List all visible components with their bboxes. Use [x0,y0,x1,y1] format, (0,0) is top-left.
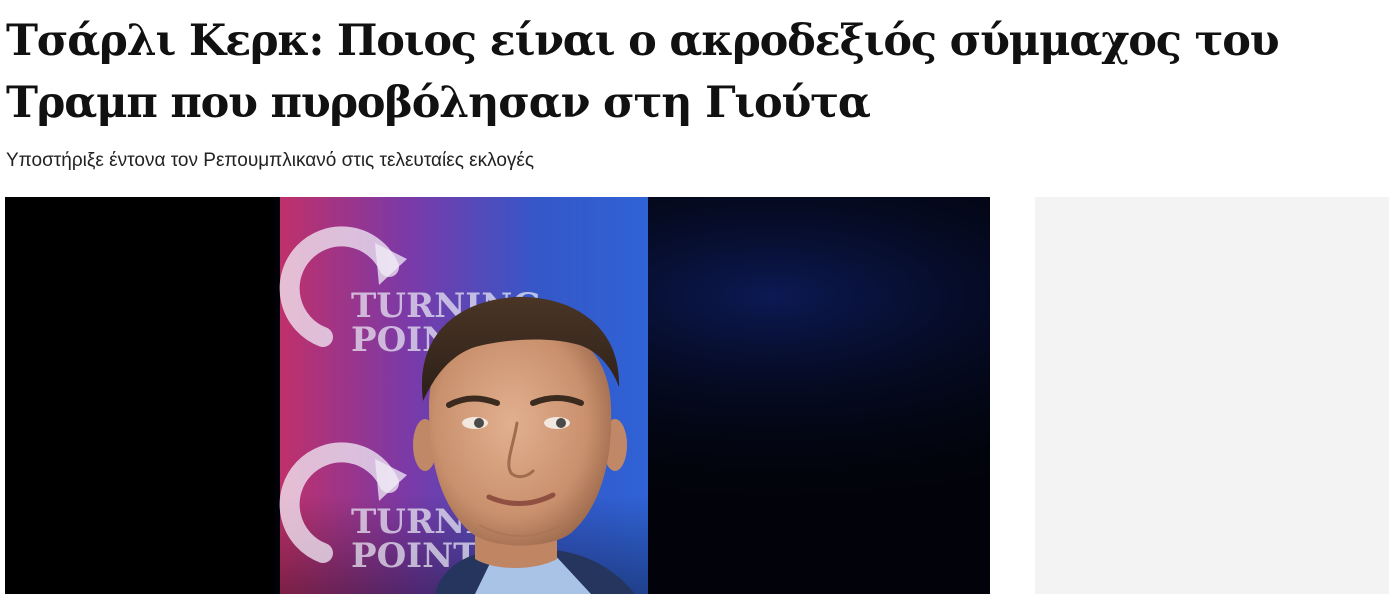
hero-image[interactable]: TURNING POINT TURNING POINT [5,197,990,594]
man-portrait-photo: TURNING POINT TURNING POINT [5,197,990,594]
article-title: Τσάρλι Κερκ: Ποιος είναι ο ακροδεξιός σύ… [6,16,1280,128]
ad-placeholder[interactable] [1035,197,1389,594]
article-subtitle: Υποστήριξε έντονα τον Ρεπουμπλικανό στις… [6,150,535,171]
article-page: Τσάρλι Κερκ: Ποιος είναι ο ακροδεξιός σύ… [0,0,1389,594]
